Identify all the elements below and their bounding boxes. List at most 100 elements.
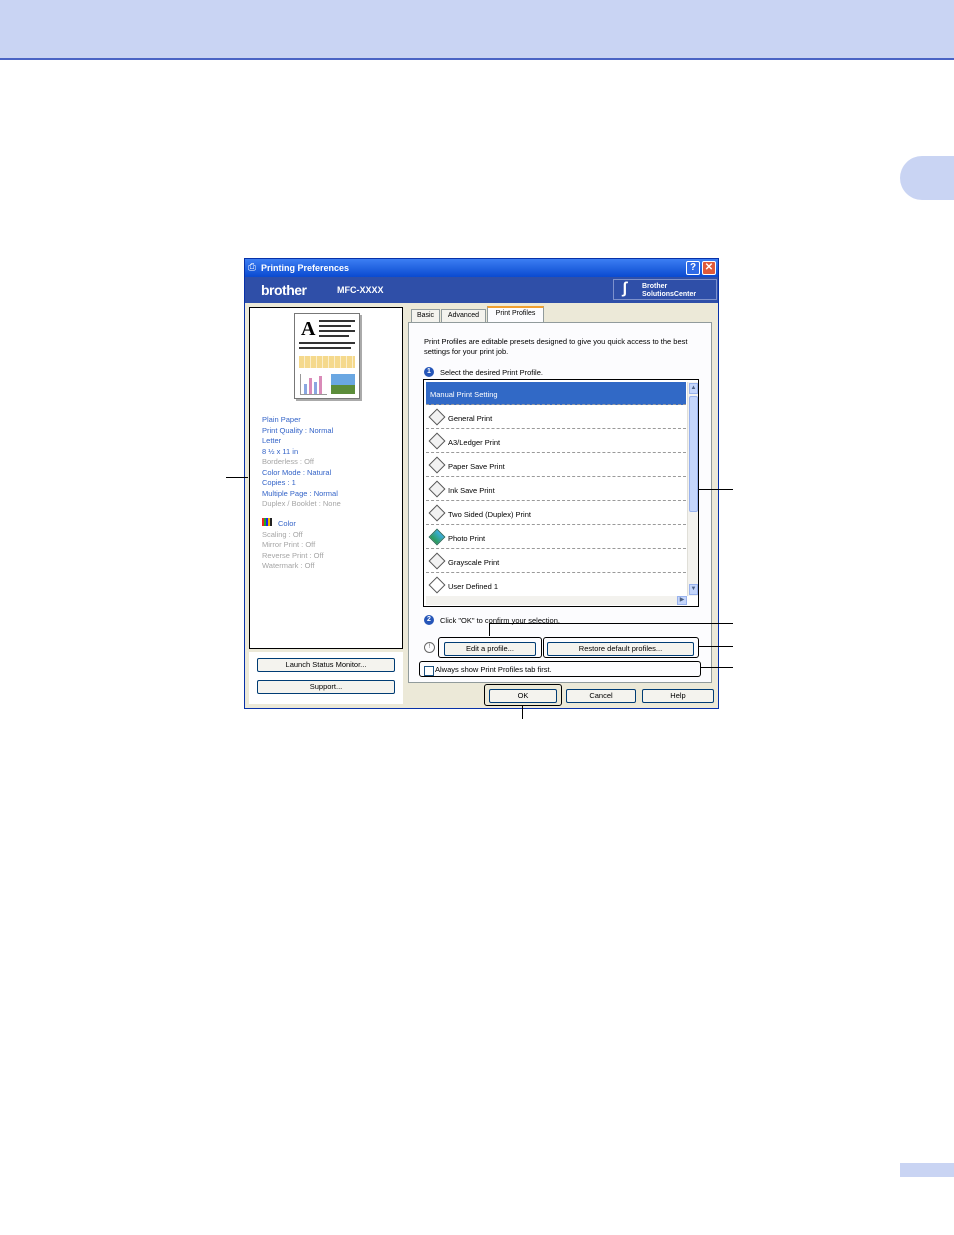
page-preview-thumbnail: A (294, 313, 360, 399)
printer-icon: ⎙ (248, 262, 256, 273)
cancel-button[interactable]: Cancel (566, 689, 636, 703)
printing-preferences-dialog: ⎙ Printing Preferences ? ✕ brother MFC-X… (244, 258, 719, 709)
profile-item-label: Grayscale Print (448, 558, 500, 567)
vertical-scrollbar[interactable]: ▲ ▼ (687, 382, 698, 596)
profile-icon (428, 480, 446, 498)
always-show-label: Always show Print Profiles tab first. (435, 665, 552, 674)
summary-paper-size: Letter (262, 436, 282, 445)
brand-bar: brother MFC-XXXX ʃ Brother SolutionsCent… (245, 277, 718, 303)
page-header-band (0, 0, 954, 60)
profile-item-label: Paper Save Print (448, 462, 505, 471)
profile-item-photo[interactable]: Photo Print (426, 526, 686, 549)
step-1-instruction: Select the desired Print Profile. (440, 368, 543, 377)
preview-text-line (319, 320, 355, 322)
always-show-checkbox[interactable] (424, 666, 434, 676)
left-buttons-area: Launch Status Monitor... Support... (249, 652, 403, 704)
summary-duplex: Duplex / Booklet : None (262, 499, 341, 508)
preview-text-line (299, 342, 355, 344)
support-button[interactable]: Support... (257, 680, 395, 694)
summary-borderless: Borderless : Off (262, 457, 314, 466)
edit-profile-highlight (438, 637, 542, 658)
preview-chart-bar (314, 382, 317, 394)
preview-chart-bar (304, 384, 307, 394)
model-name: MFC-XXXX (337, 285, 384, 295)
page-number-tab (900, 1163, 954, 1177)
profile-item-label: Ink Save Print (448, 486, 495, 495)
profile-item-a3-ledger[interactable]: A3/Ledger Print (426, 430, 686, 453)
summary-mirror-print: Mirror Print : Off (262, 540, 316, 549)
profile-item-user-defined-1[interactable]: User Defined 1 (426, 574, 686, 597)
profile-item-grayscale[interactable]: Grayscale Print (426, 550, 686, 573)
step-2-badge: 2 (424, 615, 434, 625)
profile-list[interactable]: Manual Print Setting General Print A3/Le… (423, 379, 699, 607)
print-profiles-panel: Print Profiles are editable presets desi… (408, 322, 712, 683)
profile-item-manual[interactable]: Manual Print Setting (426, 382, 686, 405)
summary-print-quality: Print Quality : Normal (262, 425, 334, 435)
tab-advanced[interactable]: Advanced (441, 309, 486, 322)
profiles-description: Print Profiles are editable presets desi… (424, 337, 688, 356)
callout-line-always-show (700, 667, 733, 668)
scroll-up-arrow-icon[interactable]: ▲ (689, 383, 698, 394)
help-footer-button[interactable]: Help (642, 689, 714, 703)
summary-reverse-print: Reverse Print : Off (262, 550, 324, 560)
close-button[interactable]: ✕ (702, 261, 716, 275)
preview-chart-bar (319, 376, 322, 394)
profile-item-label: Two Sided (Duplex) Print (448, 510, 531, 519)
summary-color-mode: Color Mode : Natural (262, 467, 332, 477)
settings-summary-panel: A Plain Paper Print Quality : Normal Let… (249, 307, 403, 649)
tab-print-profiles[interactable]: Print Profiles (487, 306, 544, 323)
profile-item-ink-save[interactable]: Ink Save Print (426, 478, 686, 501)
callout-line-ok (522, 705, 523, 719)
callout-line-summary (226, 477, 248, 478)
preview-letter-glyph: A (301, 318, 316, 340)
scroll-right-arrow-icon[interactable]: ▶ (677, 596, 687, 605)
tab-basic[interactable]: Basic (411, 309, 440, 322)
step-1-badge: 1 (424, 367, 434, 377)
profile-item-label: Manual Print Setting (430, 390, 498, 399)
summary-paper-type: Plain Paper (262, 415, 301, 424)
callout-line-edit-profile (489, 623, 733, 624)
restore-profiles-highlight (543, 637, 699, 658)
help-button[interactable]: ? (686, 261, 700, 275)
profile-item-paper-save[interactable]: Paper Save Print (426, 454, 686, 477)
solutions-center-button[interactable]: ʃ Brother SolutionsCenter (613, 279, 717, 300)
preview-chart (300, 374, 327, 395)
summary-paper-dimensions: 8 ½ x 11 in (262, 446, 299, 456)
ok-highlight (484, 684, 562, 706)
launch-status-monitor-button[interactable]: Launch Status Monitor... (257, 658, 395, 672)
profile-item-label: General Print (448, 414, 493, 423)
profile-item-label: A3/Ledger Print (448, 438, 501, 447)
title-bar[interactable]: ⎙ Printing Preferences ? ✕ (245, 259, 718, 277)
profile-icon (428, 432, 446, 450)
summary-scaling: Scaling : Off (262, 529, 303, 539)
info-icon: ! (424, 642, 435, 653)
preview-text-line (299, 347, 351, 349)
profile-item-label: User Defined 1 (448, 582, 499, 591)
preview-photo (331, 374, 355, 394)
profile-icon (428, 456, 446, 474)
profile-item-general[interactable]: General Print (426, 406, 686, 429)
summary-watermark: Watermark : Off (262, 561, 315, 570)
profile-icon (428, 552, 446, 570)
preview-text-line (319, 325, 351, 327)
preview-chart-bar (309, 378, 312, 394)
solutions-center-label-1: Brother (642, 283, 668, 290)
callout-line-edit-profile-drop (489, 623, 490, 636)
window-title: Printing Preferences (261, 263, 350, 273)
preview-table (299, 356, 355, 368)
summary-copies: Copies : 1 (262, 478, 296, 487)
scrollbar-thumb[interactable] (689, 396, 698, 512)
preview-text-line (319, 330, 355, 332)
scroll-down-arrow-icon[interactable]: ▼ (689, 584, 698, 595)
preview-text-line (319, 335, 349, 337)
profile-icon (428, 504, 446, 522)
callout-line-profile-list (699, 489, 733, 490)
callout-line-restore (699, 646, 733, 647)
profile-item-two-sided[interactable]: Two Sided (Duplex) Print (426, 502, 686, 525)
photo-profile-icon (428, 528, 446, 546)
horizontal-scrollbar[interactable]: ▶ (426, 596, 687, 605)
color-cartridge-icon (262, 518, 272, 526)
summary-color: Color (278, 519, 296, 528)
solutions-center-icon: ʃ (622, 280, 628, 297)
brother-logo: brother (261, 282, 307, 298)
